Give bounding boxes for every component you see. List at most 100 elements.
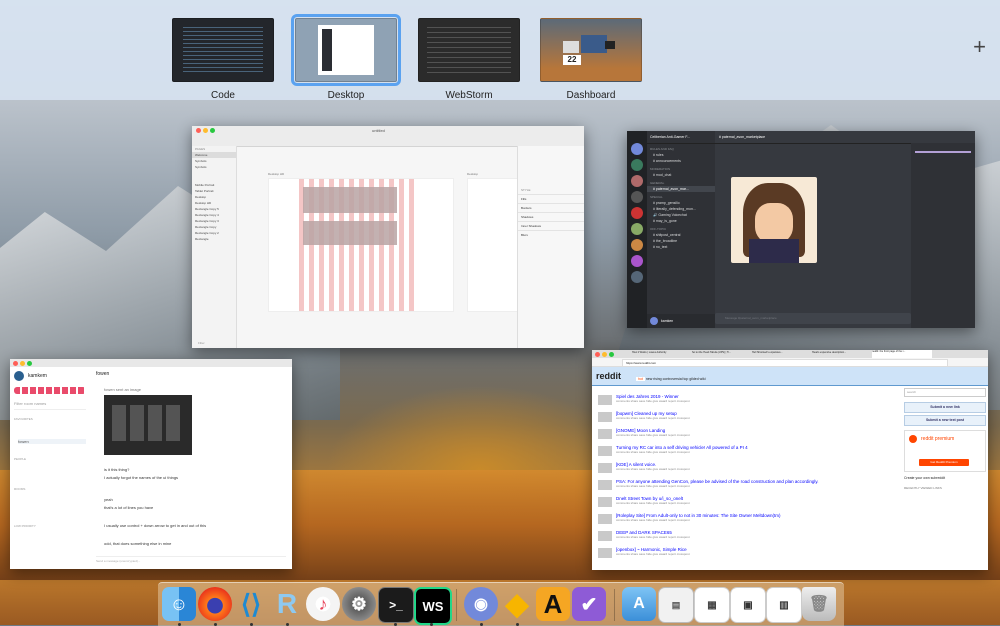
sort-tab[interactable]: new <box>646 377 652 381</box>
post-thumbnail[interactable] <box>598 395 612 405</box>
channel-category[interactable]: GENERAL <box>647 178 715 186</box>
browser-window[interactable]: How it Works | Lowes Authority So let th… <box>592 350 988 570</box>
community-bar[interactable] <box>14 387 86 394</box>
tab[interactable]: How it Works | Lowes Authority <box>632 351 688 354</box>
reddit-logo[interactable]: reddit <box>596 371 621 381</box>
post-thumbnail[interactable] <box>598 531 612 541</box>
affinity-icon[interactable]: A <box>536 587 570 621</box>
post[interactable]: DEEP and DARK SPACE65 comments share save… <box>598 530 898 543</box>
minimize-button[interactable] <box>602 352 607 357</box>
home-icon[interactable] <box>631 143 643 155</box>
zoom-button[interactable] <box>27 361 32 366</box>
post-actions[interactable]: comments share save hide give award repo… <box>616 416 898 420</box>
terminal-icon[interactable]: >_ <box>378 587 414 623</box>
riot-icon[interactable]: R <box>270 587 304 621</box>
applications-folder-icon[interactable]: A <box>622 587 656 621</box>
submit-text-button[interactable]: Submit a new text post <box>904 415 986 426</box>
sketch-window[interactable]: untitled PAGES Welcome Symbols Symbols M… <box>192 126 584 348</box>
post-actions[interactable]: comments share save hide give award repo… <box>616 467 898 471</box>
post-actions[interactable]: comments share save hide give award repo… <box>616 399 898 403</box>
post-thumbnail[interactable] <box>598 412 612 422</box>
chat-window[interactable]: kamkem Filter room names FAVOURITES fowe… <box>10 359 292 569</box>
zoom-button[interactable] <box>609 352 614 357</box>
document-stack-icon[interactable]: ▤ <box>658 587 694 623</box>
inspector-label[interactable]: Inner Shadows <box>518 221 584 230</box>
section-header[interactable]: LOW PRIORITY <box>14 524 36 528</box>
server-icon[interactable] <box>631 271 643 283</box>
tab[interactable]: Hearts expensive description... <box>812 351 868 354</box>
message-input[interactable]: Message #paternal_avon_marketplace <box>715 313 911 324</box>
vscode-icon[interactable]: ⟨⟩ <box>234 587 268 621</box>
system-preferences-icon[interactable]: ⚙ <box>342 587 376 621</box>
channel-item[interactable]: # no_text <box>647 244 715 250</box>
post-actions[interactable]: comments share save hide give award repo… <box>616 433 898 437</box>
avatar[interactable] <box>14 371 24 381</box>
tab[interactable]: Hell Shorsted's expansive... <box>752 351 808 354</box>
close-button[interactable] <box>196 128 201 133</box>
section-header[interactable]: ROOMS <box>14 487 25 491</box>
screenshot-stack-icon[interactable]: ▣ <box>730 587 766 623</box>
inspector-label[interactable]: Fills <box>518 194 584 203</box>
post[interactable]: PSA: For anyone attending GenCon, please… <box>598 479 898 492</box>
server-icon[interactable] <box>631 255 643 267</box>
section-header[interactable]: PEOPLE <box>14 457 26 461</box>
post-actions[interactable]: comments share save hide give award repo… <box>616 501 898 505</box>
post-actions[interactable]: comments share save hide give award repo… <box>616 484 898 488</box>
space-webstorm[interactable]: WebStorm <box>418 18 520 101</box>
discord-icon[interactable]: ◉ <box>464 587 498 621</box>
post-thumbnail[interactable] <box>598 463 612 473</box>
close-button[interactable] <box>595 352 600 357</box>
post-thumbnail[interactable] <box>598 480 612 490</box>
post-actions[interactable]: comments share save hide give award repo… <box>616 552 898 556</box>
space-desktop[interactable]: Desktop <box>291 14 401 101</box>
trash-icon[interactable]: 🗑 <box>802 587 836 621</box>
sort-tab[interactable]: top <box>683 377 688 381</box>
close-button[interactable] <box>13 361 18 366</box>
space-dashboard[interactable]: 22 Dashboard <box>540 18 642 101</box>
avatar[interactable] <box>650 317 658 325</box>
channel-category[interactable]: MODERATION <box>647 164 715 172</box>
sort-tab[interactable]: rising <box>653 377 661 381</box>
plus-icon[interactable]: + <box>973 36 986 58</box>
room-item-active[interactable]: fowen <box>18 439 86 444</box>
minimize-button[interactable] <box>203 128 208 133</box>
layer-item[interactable]: Rectangle <box>192 236 236 242</box>
rectangle[interactable] <box>303 187 397 213</box>
channel-category[interactable]: RULES AND FAQ <box>647 144 715 152</box>
post-thumbnail[interactable] <box>598 514 612 524</box>
server-icon[interactable] <box>631 223 643 235</box>
rectangle[interactable] <box>303 221 397 245</box>
music-icon[interactable]: ♪ <box>306 587 340 621</box>
post-actions[interactable]: comments share save hide give award repo… <box>616 518 898 522</box>
firefox-icon[interactable] <box>198 587 232 621</box>
post-actions[interactable]: comments share save hide give award repo… <box>616 535 898 539</box>
downloads-stack-icon[interactable]: ▥ <box>766 587 802 623</box>
tab-active[interactable]: reddit: the front page of the i... <box>872 350 932 358</box>
post[interactable]: [openbox] ~ Harmonic, Simple Rice comment… <box>598 547 898 560</box>
inspector-label[interactable]: Shadows <box>518 212 584 221</box>
inspector-label[interactable]: Blurs <box>518 230 584 239</box>
space-code[interactable]: Code <box>172 18 274 101</box>
sort-tab[interactable]: hot <box>636 377 645 381</box>
post-thumbnail[interactable] <box>598 497 612 507</box>
submit-link-button[interactable]: Submit a new link <box>904 402 986 413</box>
discord-window[interactable]: Celiberian Anti-Gamer F... RULES AND FAQ… <box>627 131 975 328</box>
sort-tab[interactable]: gilded <box>689 377 698 381</box>
post-thumbnail[interactable] <box>598 548 612 558</box>
server-icon[interactable] <box>631 191 643 203</box>
section-header[interactable]: FAVOURITES <box>14 417 33 421</box>
artboard[interactable] <box>268 178 454 312</box>
post-thumbnail[interactable] <box>598 429 612 439</box>
server-icon[interactable] <box>631 207 643 219</box>
address-bar[interactable]: https://www.reddit.com <box>622 359 948 367</box>
create-community-link[interactable]: Create your own subreddit <box>904 476 986 480</box>
channel-category[interactable]: OFF-TOPIC <box>647 224 715 232</box>
sort-tab[interactable]: controversial <box>663 377 683 381</box>
inspector-label[interactable]: Borders <box>518 203 584 212</box>
post[interactable]: Dnelt Street Town by u/i_so_onelt comment… <box>598 496 898 509</box>
post[interactable]: Spiel des Jahres 2019 - Winner comments s… <box>598 394 898 407</box>
server-icon[interactable] <box>631 239 643 251</box>
layer-filter[interactable]: Filter <box>195 340 208 346</box>
post[interactable]: [Roleplay Site] From Adult-only to not i… <box>598 513 898 526</box>
sort-tab[interactable]: wiki <box>700 377 706 381</box>
